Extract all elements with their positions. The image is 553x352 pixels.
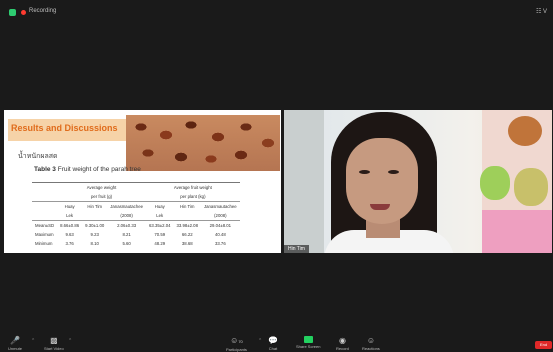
header-empty — [32, 211, 58, 221]
thai-label: น้ำหนักผลสด — [18, 153, 58, 160]
table-cell: 63.35±2.04 — [149, 223, 171, 228]
end-button[interactable]: End — [535, 341, 552, 349]
top-bar: Recording ☷ V — [0, 0, 553, 26]
chevron-up-icon[interactable]: ⌃ — [258, 338, 262, 344]
row-label: Mean±SD — [35, 223, 55, 228]
participant-name: Hin Tim — [284, 245, 309, 253]
participants-button[interactable]: ☺70 Participants — [226, 336, 247, 352]
slide-title: Results and Discussions — [11, 123, 118, 133]
table-caption: Table 3 Fruit weight of the parah tree — [34, 166, 141, 173]
participant-mouth — [370, 204, 390, 210]
table-cell: 2.06±0.33 — [117, 223, 137, 228]
record-label: Record — [336, 346, 349, 351]
microphone-icon: 🎤 — [10, 336, 20, 345]
chat-label: Chat — [268, 346, 278, 351]
column-header: Janasmautachee — [203, 204, 237, 209]
chevron-up-icon[interactable]: ⌃ — [31, 338, 35, 344]
nuts-photo — [126, 115, 280, 171]
table-row: Minimum 3.76 8.10 5.60 48.29 38.68 33.76 — [32, 239, 240, 248]
column-header: Hin Tim — [179, 204, 195, 209]
table-cell: 29.04±8.01 — [209, 223, 232, 228]
fruit-weight-table: Average weight Average fruit weight per … — [32, 182, 240, 248]
meeting-toolbar: 🎤 Unmute ⌃ ▩ Start Video ⌃ ☺70 Participa… — [0, 334, 553, 352]
chevron-up-icon[interactable]: ⌃ — [68, 338, 72, 344]
chat-button[interactable]: 💬 Chat — [268, 336, 278, 351]
chat-icon: 💬 — [268, 336, 278, 345]
table-row: Maximum 9.63 9.23 8.21 70.59 66.22 40.48 — [32, 230, 240, 239]
video-camera-icon: ▩ — [50, 336, 58, 345]
start-video-button[interactable]: ▩ Start Video — [44, 336, 64, 351]
table-cell: 33.98±2.08 — [176, 223, 198, 228]
table-cell: 9.63 — [65, 232, 74, 237]
group-subheader-1: per fruit (g) — [57, 192, 146, 202]
table-cell: 40.48 — [214, 232, 226, 237]
table-cell: 9.30±1.00 — [85, 223, 105, 228]
table-cell: 3.76 — [65, 241, 74, 246]
column-subheader: (2008) — [200, 211, 240, 221]
table-cell: 5.60 — [122, 241, 131, 246]
table-cell: 33.76 — [214, 241, 226, 246]
column-subheader — [173, 211, 201, 221]
table-caption-text: Fruit weight of the parah tree — [55, 166, 141, 173]
group-subheader-2: per plant (kg) — [146, 192, 240, 202]
table-cell: 9.23 — [90, 232, 99, 237]
smile-icon: ☺ — [366, 336, 375, 345]
row-label: Maximum — [35, 232, 54, 237]
column-subheader: Lek — [57, 211, 83, 221]
plush-toy — [514, 168, 548, 206]
participants-label: Participants — [226, 347, 247, 352]
background-wall — [284, 110, 324, 253]
participant-video[interactable]: Hin Tim — [284, 110, 552, 253]
participant-eye — [388, 170, 399, 174]
table-cell: 38.68 — [181, 241, 193, 246]
group-header-1: Average weight — [57, 182, 146, 192]
recording-dot-icon — [21, 10, 26, 15]
shared-screen: Results and Discussions น้ำหนักผลสด Tabl… — [4, 110, 281, 253]
table-cell: 66.22 — [181, 232, 193, 237]
column-header: Hin Tim — [87, 204, 102, 209]
table-cell: 8.10 — [90, 241, 99, 246]
table-cell: 8.21 — [122, 232, 131, 237]
reactions-label: Reactions — [362, 346, 380, 351]
pink-box — [482, 210, 552, 253]
column-subheader: (2008) — [107, 211, 146, 221]
share-screen-label: Share Screen — [296, 344, 321, 349]
start-video-label: Start Video — [44, 346, 64, 351]
unmute-label: Unmute — [8, 346, 23, 351]
header-empty — [32, 182, 58, 192]
table-row: Mean±SD 8.66±0.86 9.30±1.00 2.06±0.33 63… — [32, 221, 240, 231]
group-header-2: Average fruit weight — [146, 182, 240, 192]
row-label: Minimum — [35, 241, 53, 246]
header-empty — [32, 192, 58, 202]
recording-label: Recording — [29, 8, 57, 14]
record-icon: ◉ — [338, 336, 346, 345]
column-header: Huay — [64, 204, 75, 209]
unmute-button[interactable]: 🎤 Unmute — [8, 336, 22, 351]
column-subheader — [82, 211, 108, 221]
table-cell: 70.59 — [154, 232, 166, 237]
view-button[interactable]: ☷ V — [536, 8, 547, 15]
participant-eye — [359, 170, 370, 174]
reactions-button[interactable]: ☺ Reactions — [362, 336, 380, 351]
column-subheader: Lek — [146, 211, 174, 221]
column-header: Huay — [154, 204, 165, 209]
plush-toy — [508, 116, 542, 146]
record-button[interactable]: ◉ Record — [336, 336, 349, 351]
table-cell: 48.29 — [154, 241, 166, 246]
participant-face — [346, 138, 418, 224]
participants-icon: ☺70 — [230, 336, 243, 345]
share-screen-button[interactable]: Share Screen — [296, 336, 320, 349]
header-empty — [32, 202, 57, 212]
share-screen-icon — [303, 336, 313, 343]
table-cell: 8.66±0.86 — [60, 223, 80, 228]
participants-count: 70 — [238, 339, 243, 344]
table-caption-number: Table 3 — [34, 166, 56, 173]
plush-toy — [480, 166, 510, 200]
column-header: Janasmautachee — [110, 204, 143, 209]
shield-icon[interactable] — [9, 9, 16, 16]
